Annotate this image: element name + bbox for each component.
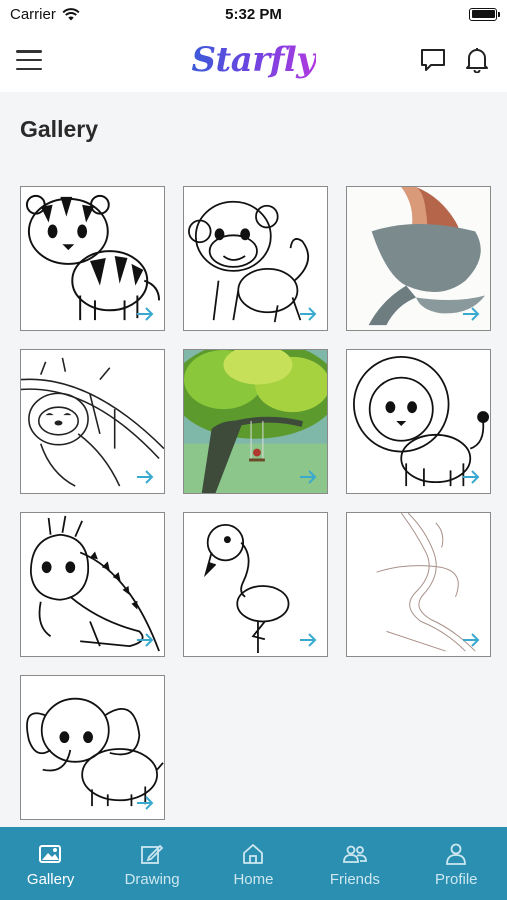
arrow-right-icon[interactable]	[299, 469, 317, 485]
arrow-right-icon[interactable]	[299, 306, 317, 322]
arrow-right-icon[interactable]	[136, 795, 154, 811]
tab-label-drawing: Drawing	[124, 871, 180, 888]
header-actions	[419, 46, 491, 74]
tab-label-profile: Profile	[434, 871, 478, 888]
tab-friends[interactable]: Friends	[310, 843, 400, 888]
status-bar: Carrier 5:32 PM	[0, 0, 507, 28]
profile-person-icon	[446, 843, 467, 865]
gallery-item-mermaid[interactable]	[346, 186, 491, 331]
tab-profile[interactable]: Profile	[411, 843, 501, 888]
bell-icon[interactable]	[463, 46, 491, 74]
app-header: Starfly	[0, 28, 507, 92]
tab-home[interactable]: Home	[208, 843, 298, 888]
tab-drawing[interactable]: Drawing	[107, 843, 197, 888]
friends-icon	[342, 845, 367, 863]
arrow-right-icon[interactable]	[299, 632, 317, 648]
bottom-tab-bar: Gallery Drawing Home Friends Profile	[0, 827, 507, 900]
home-icon	[243, 844, 264, 864]
app-logo: Starfly	[191, 40, 317, 80]
gallery-item-tree-swing[interactable]	[183, 349, 328, 494]
arrow-right-icon[interactable]	[462, 306, 480, 322]
gallery-item-elephant[interactable]	[20, 675, 165, 820]
gallery-item-iguana[interactable]	[20, 512, 165, 657]
arrow-right-icon[interactable]	[462, 632, 480, 648]
gallery-item-mermaid-sketch[interactable]	[346, 512, 491, 657]
gallery-item-tiger[interactable]	[20, 186, 165, 331]
gallery-image-icon	[38, 845, 61, 863]
gallery-item-lion[interactable]	[346, 349, 491, 494]
carrier-label: Carrier	[10, 5, 56, 23]
edit-pencil-icon	[141, 844, 164, 864]
gallery-item-monkey[interactable]	[183, 186, 328, 331]
tab-gallery[interactable]: Gallery	[6, 843, 96, 888]
gallery-grid	[20, 186, 491, 820]
gallery-item-sloth[interactable]	[20, 349, 165, 494]
arrow-right-icon[interactable]	[136, 632, 154, 648]
arrow-right-icon[interactable]	[462, 469, 480, 485]
battery-icon	[469, 7, 500, 21]
status-left: Carrier	[10, 6, 80, 23]
tab-label-home: Home	[233, 871, 274, 888]
tab-label-friends: Friends	[329, 871, 380, 888]
gallery-item-flamingo[interactable]	[183, 512, 328, 657]
arrow-right-icon[interactable]	[136, 469, 154, 485]
chat-bubble-icon[interactable]	[419, 46, 447, 74]
arrow-right-icon[interactable]	[136, 306, 154, 322]
hamburger-menu-icon[interactable]	[16, 50, 42, 70]
wifi-icon	[62, 7, 80, 20]
page-title: Gallery	[20, 116, 98, 142]
tab-label-gallery: Gallery	[26, 871, 75, 888]
